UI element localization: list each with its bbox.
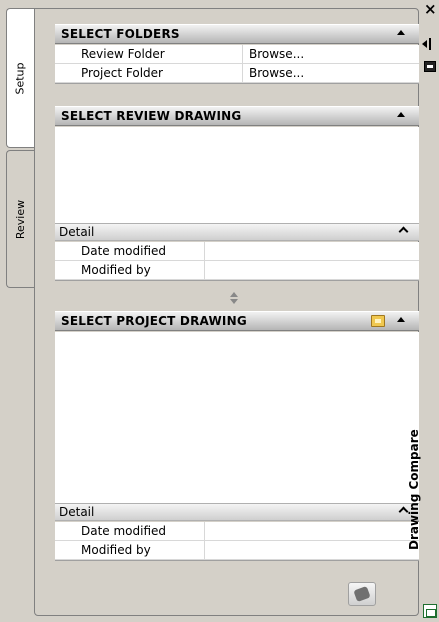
project-modified-by-value bbox=[205, 541, 419, 559]
select-folders-title: SELECT FOLDERS bbox=[61, 27, 180, 41]
review-date-modified-label: Date modified bbox=[55, 242, 205, 260]
review-folder-browse[interactable]: Browse... bbox=[243, 45, 419, 63]
compare-button[interactable] bbox=[348, 582, 376, 606]
close-icon[interactable]: × bbox=[424, 0, 437, 18]
palette-panel: SELECT FOLDERS Review Folder Browse... P… bbox=[34, 8, 419, 616]
review-drawing-list[interactable] bbox=[55, 127, 419, 223]
collapse-arrow-icon[interactable] bbox=[397, 317, 405, 322]
project-modified-by-row: Modified by bbox=[55, 541, 419, 560]
project-detail-title: Detail bbox=[59, 505, 95, 519]
review-detail-grid: Date modified Modified by bbox=[55, 242, 419, 281]
palette-title: Drawing Compare bbox=[407, 429, 421, 550]
tab-setup-label: Setup bbox=[14, 61, 27, 95]
review-detail-title: Detail bbox=[59, 225, 95, 239]
review-date-modified-row: Date modified bbox=[55, 242, 419, 261]
properties-icon[interactable] bbox=[424, 61, 436, 72]
collapse-arrow-icon[interactable] bbox=[397, 112, 405, 117]
open-folder-icon[interactable] bbox=[371, 315, 385, 327]
splitter-handle[interactable] bbox=[229, 292, 239, 306]
tab-review[interactable]: Review bbox=[6, 150, 34, 288]
review-date-modified-value bbox=[205, 242, 419, 260]
collapse-arrow-icon[interactable] bbox=[397, 30, 405, 35]
chevron-up-icon[interactable] bbox=[398, 226, 409, 237]
review-folder-label: Review Folder bbox=[55, 45, 243, 63]
project-date-modified-row: Date modified bbox=[55, 522, 419, 541]
palette-icon bbox=[423, 604, 437, 618]
project-date-modified-value bbox=[205, 522, 419, 540]
project-modified-by-label: Modified by bbox=[55, 541, 205, 559]
project-drawing-list[interactable] bbox=[55, 332, 419, 503]
compare-icon bbox=[353, 585, 371, 603]
tab-setup[interactable]: Setup bbox=[6, 8, 34, 148]
tab-review-label: Review bbox=[14, 199, 27, 239]
project-folder-label: Project Folder bbox=[55, 64, 243, 82]
autohide-icon[interactable] bbox=[422, 38, 438, 50]
project-folder-browse[interactable]: Browse... bbox=[243, 64, 419, 82]
select-project-drawing-title: SELECT PROJECT DRAWING bbox=[61, 314, 247, 328]
project-folder-row: Project Folder Browse... bbox=[55, 64, 419, 83]
project-detail-grid: Date modified Modified by bbox=[55, 522, 419, 561]
select-review-drawing-header[interactable]: SELECT REVIEW DRAWING bbox=[55, 106, 419, 126]
select-review-drawing-title: SELECT REVIEW DRAWING bbox=[61, 109, 242, 123]
project-date-modified-label: Date modified bbox=[55, 522, 205, 540]
folders-grid: Review Folder Browse... Project Folder B… bbox=[55, 45, 419, 84]
review-detail-header[interactable]: Detail bbox=[55, 223, 419, 241]
select-project-drawing-header[interactable]: SELECT PROJECT DRAWING bbox=[55, 311, 419, 331]
review-modified-by-row: Modified by bbox=[55, 261, 419, 280]
project-detail-header[interactable]: Detail bbox=[55, 503, 419, 521]
review-folder-row: Review Folder Browse... bbox=[55, 45, 419, 64]
review-modified-by-value bbox=[205, 261, 419, 279]
review-modified-by-label: Modified by bbox=[55, 261, 205, 279]
select-folders-header[interactable]: SELECT FOLDERS bbox=[55, 24, 419, 44]
